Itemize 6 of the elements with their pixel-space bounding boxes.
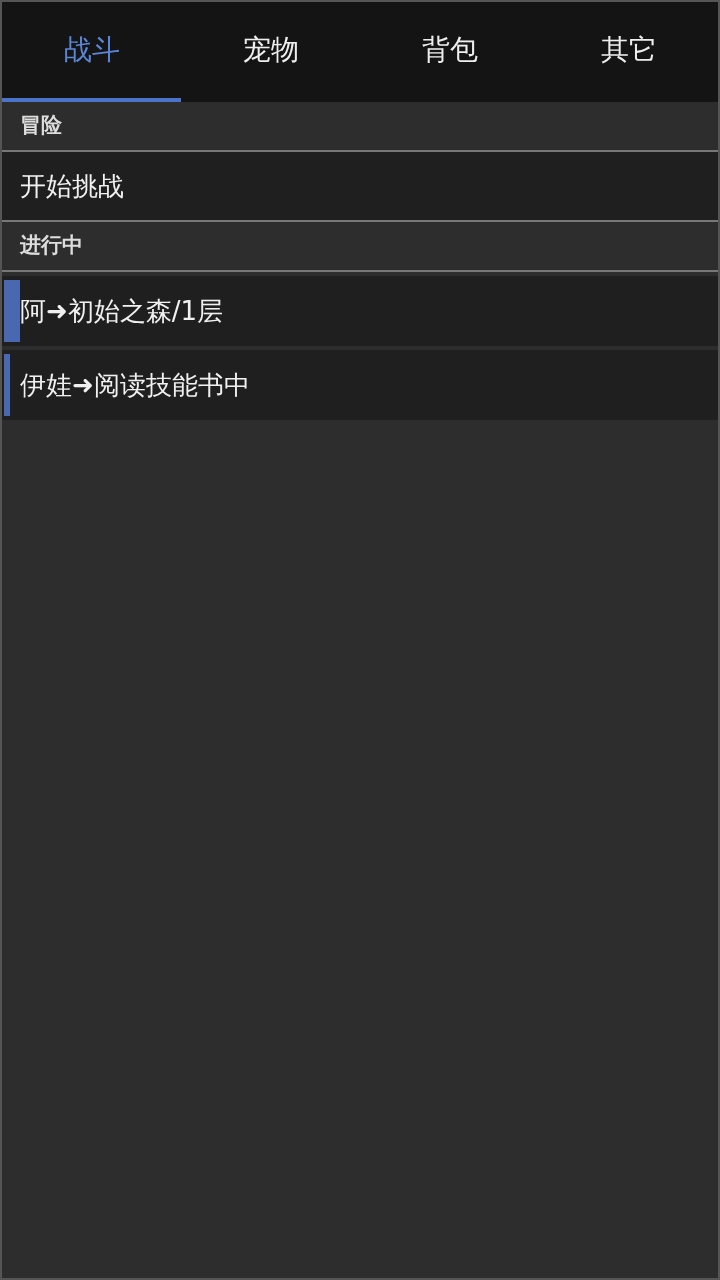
tab[interactable]: 其它 <box>539 2 718 102</box>
task-item[interactable]: 伊娃➜阅读技能书中 <box>2 350 718 420</box>
tab[interactable]: 背包 <box>360 2 539 102</box>
list-item[interactable]: 开始挑战 <box>2 152 718 222</box>
tab[interactable]: 宠物 <box>181 2 360 102</box>
task-item[interactable]: 阿➜初始之森/1层 <box>2 276 718 346</box>
